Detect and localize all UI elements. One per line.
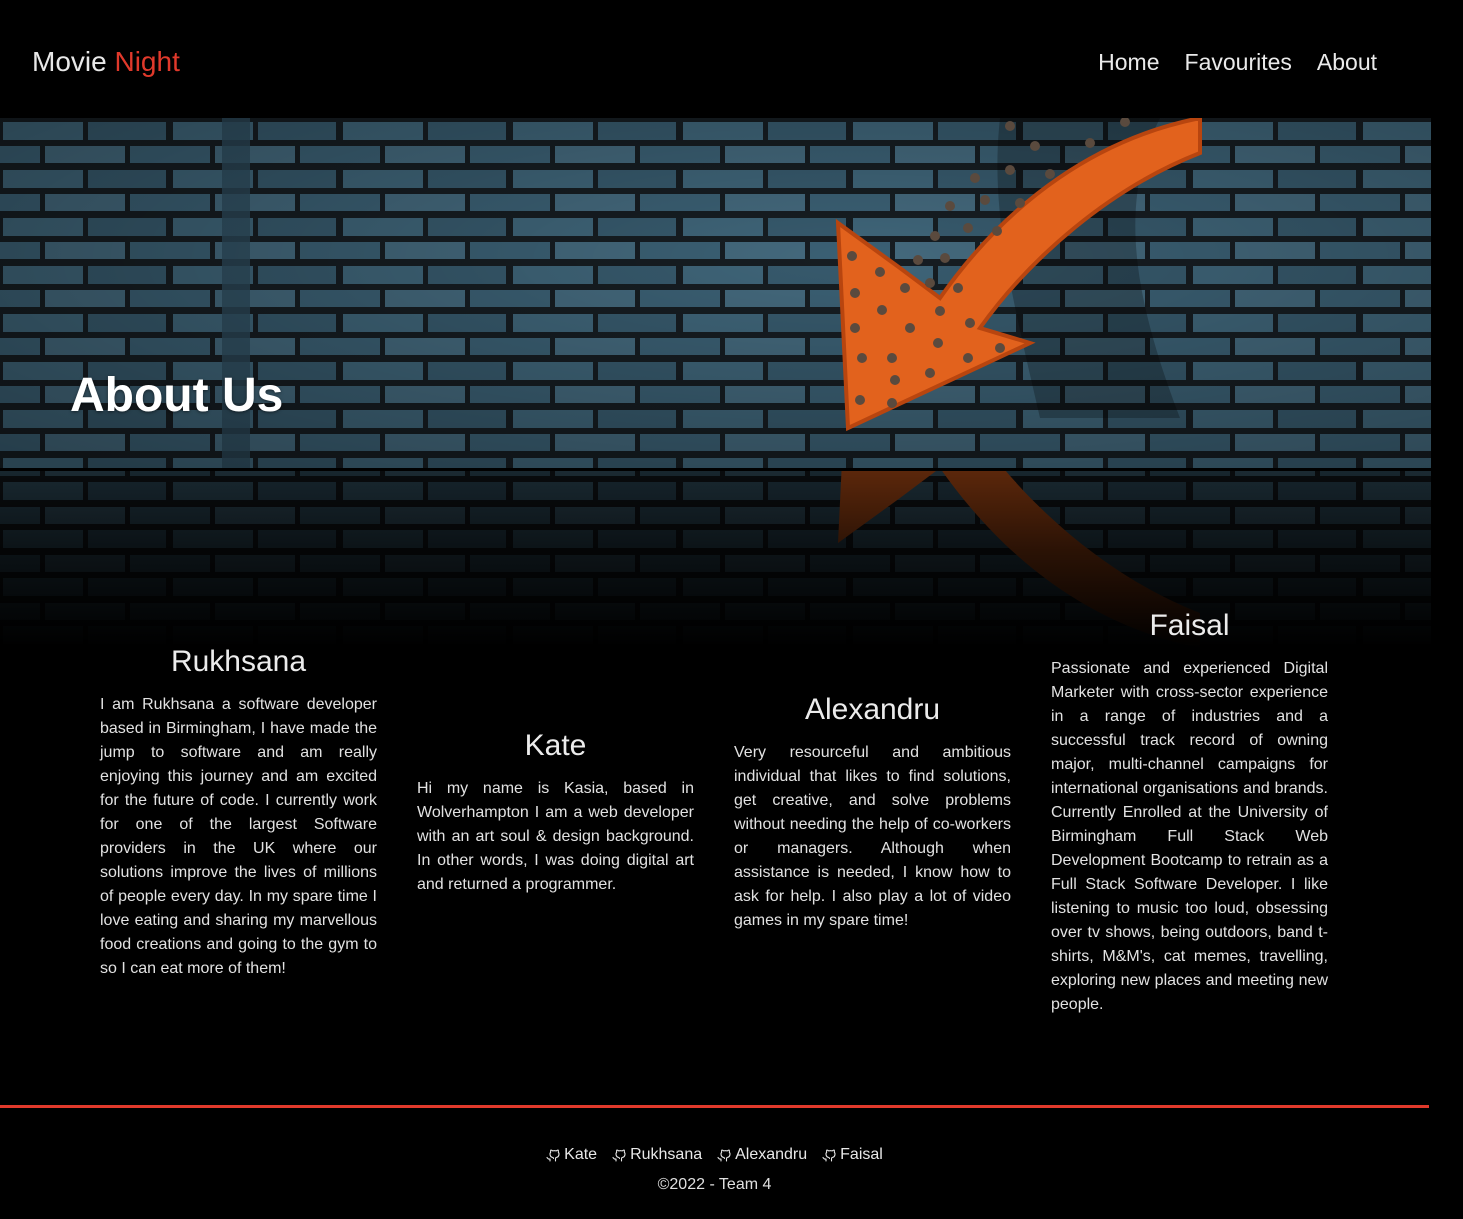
member-bio: Hi my name is Kasia, based in Wolverhamp… <box>417 780 694 893</box>
footer-link-kate[interactable]: Kate <box>546 1146 597 1164</box>
footer-link-label: Kate <box>564 1146 598 1163</box>
brand-accent: Night <box>114 46 180 77</box>
footer-divider <box>0 1105 1429 1108</box>
member-name: Kate <box>524 729 587 762</box>
hero-banner: About Us <box>0 118 1431 468</box>
page-title: About Us <box>70 369 284 422</box>
github-icon <box>822 1149 836 1162</box>
team-member-faisal: Faisal Passionate and experienced Digita… <box>1051 609 1328 1017</box>
team-member-rukhsana: Rukhsana I am Rukhsana a software develo… <box>100 645 377 981</box>
member-bio: I am Rukhsana a software developer based… <box>100 696 377 977</box>
brand-primary: Movie <box>32 46 107 77</box>
main-nav: Home Favourites About <box>1098 49 1377 76</box>
footer-link-label: Rukhsana <box>630 1146 703 1163</box>
site-header: Movie Night Home Favourites About <box>0 0 1463 118</box>
team-member-kate: Kate Hi my name is Kasia, based in Wolve… <box>417 729 694 897</box>
member-name: Alexandru <box>804 693 941 726</box>
footer-link-rukhsana[interactable]: Rukhsana <box>612 1146 702 1164</box>
team-member-alexandru: Alexandru Very resourceful and ambitious… <box>734 693 1011 933</box>
brand-logo[interactable]: Movie Night <box>32 46 180 78</box>
github-icon <box>717 1149 731 1162</box>
github-icon <box>612 1149 626 1162</box>
footer-link-alexandru[interactable]: Alexandru <box>717 1146 807 1164</box>
member-name: Rukhsana <box>170 645 307 678</box>
member-name: Faisal <box>1149 609 1230 642</box>
member-bio: Very resourceful and ambitious individua… <box>734 744 1011 929</box>
footer-link-faisal[interactable]: Faisal <box>822 1146 883 1164</box>
member-bio: Passionate and experienced Digital Marke… <box>1051 660 1328 1013</box>
nav-about[interactable]: About <box>1317 49 1377 76</box>
nav-favourites[interactable]: Favourites <box>1185 49 1292 76</box>
footer-link-label: Alexandru <box>735 1146 808 1163</box>
footer-links: Kate Rukhsana Alexandru Faisal <box>0 1146 1429 1164</box>
github-icon <box>546 1149 560 1162</box>
copyright-text: ©2022 - Team 4 <box>657 1176 772 1193</box>
nav-home[interactable]: Home <box>1098 49 1159 76</box>
footer-link-label: Faisal <box>840 1146 883 1163</box>
